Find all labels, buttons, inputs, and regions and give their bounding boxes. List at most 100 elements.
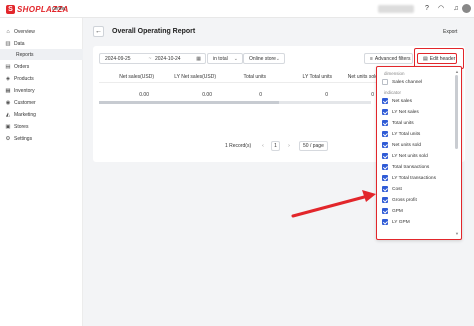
option-label: LY GPM (392, 219, 410, 225)
edit-header-panel: dimension Sales channel indicator Net sa… (376, 66, 462, 240)
aggregation-value: in total (213, 55, 228, 62)
column-option-total-transactions[interactable]: Total transactions (382, 163, 452, 171)
checkbox[interactable] (382, 109, 388, 115)
channel-value: Online store (249, 55, 276, 62)
checkbox[interactable] (382, 164, 388, 170)
option-label: LY Total transactions (392, 175, 436, 181)
checkbox[interactable] (382, 219, 388, 225)
column-option-cost[interactable]: Cost (382, 185, 452, 193)
sidebar-item-label: Customer (14, 99, 36, 106)
avatar[interactable] (462, 4, 471, 13)
sidebar-item-label: Overview (14, 28, 35, 35)
calendar-icon: ▦ (196, 55, 201, 62)
bell-icon[interactable]: ♫ (451, 3, 461, 15)
page-number[interactable]: 1 (271, 141, 280, 151)
sidebar-item-reports[interactable]: Reports (0, 49, 83, 60)
option-label: Total transactions (392, 164, 430, 170)
scrollbar-thumb[interactable] (99, 101, 279, 104)
export-button[interactable]: Export (443, 29, 457, 35)
sidebar-item-data[interactable]: ▥ Data (0, 38, 83, 49)
prev-page-button[interactable]: ‹ (259, 141, 267, 151)
date-range-picker[interactable]: 2024-09-25 ~ 2024-10-24 ▦ (99, 53, 206, 64)
sidebar-item-inventory[interactable]: ▦ Inventory (0, 85, 83, 96)
column-header[interactable]: Net units sold (348, 74, 378, 80)
checkbox[interactable] (382, 79, 388, 85)
date-start[interactable]: 2024-09-25 (105, 56, 145, 62)
sidebar-item-settings[interactable]: ⚙ Settings (0, 133, 83, 144)
column-option-ly-total-units[interactable]: LY Total units (382, 130, 452, 138)
checkbox[interactable] (382, 131, 388, 137)
sidebar-item-marketing[interactable]: ◭ Marketing (0, 109, 83, 120)
option-label: Net sales (392, 98, 412, 104)
column-option-ly-gpm[interactable]: LY GPM (382, 218, 452, 226)
sidebar-item-label: Inventory (14, 87, 35, 94)
sidebar-item-overview[interactable]: ⌂ Overview (0, 26, 83, 37)
column-header[interactable]: Net sales(USD) (119, 74, 154, 80)
column-option-gross-profit[interactable]: Gross profit (382, 196, 452, 204)
checkbox[interactable] (382, 197, 388, 203)
column-option-ly-net-units-sold[interactable]: LY Net units sold (382, 152, 452, 160)
sidebar: ⌂ Overview ▥ Data Reports ▤ Orders ◈ Pro… (0, 18, 83, 326)
channel-select[interactable]: Online store ⌄ (243, 53, 285, 64)
sidebar-item-label: Reports (16, 51, 34, 58)
logo-mark: S (6, 4, 15, 14)
column-option-ly-net-sales[interactable]: LY Net sales (382, 108, 452, 116)
sidebar-item-label: Settings (14, 135, 33, 142)
checkbox[interactable] (382, 208, 388, 214)
column-option-sales-channel[interactable]: Sales channel (382, 78, 452, 86)
column-option-total-units[interactable]: Total units (382, 119, 452, 127)
page-size-select[interactable]: 50 / page (299, 141, 328, 151)
column-header[interactable]: Total units (243, 74, 266, 80)
checkbox[interactable] (382, 186, 388, 192)
checkbox[interactable] (382, 175, 388, 181)
column-header[interactable]: LY Net sales(USD) (174, 74, 216, 80)
sidebar-item-stores[interactable]: ▣ Stores (0, 121, 83, 132)
customer-icon: ◉ (5, 99, 11, 106)
store-name[interactable]: center (52, 6, 66, 12)
column-option-net-units-sold[interactable]: Net units sold (382, 141, 452, 149)
column-option-net-sales[interactable]: Net sales (382, 97, 452, 105)
scroll-down-icon[interactable]: ▼ (455, 231, 459, 236)
sidebar-item-label: Products (14, 75, 34, 82)
sidebar-item-customer[interactable]: ◉ Customer (0, 97, 83, 108)
sidebar-item-label: Data (14, 40, 25, 47)
inventory-icon: ▦ (5, 87, 11, 94)
option-label: LY Net units sold (392, 153, 428, 159)
scroll-up-icon[interactable]: ▲ (455, 69, 459, 74)
date-end[interactable]: 2024-10-24 (155, 56, 181, 62)
next-page-button[interactable]: › (285, 141, 293, 151)
sidebar-item-products[interactable]: ◈ Products (0, 73, 83, 84)
sidebar-item-label: Stores (14, 123, 29, 130)
question-icon[interactable]: ? (422, 3, 432, 15)
chevron-down-icon: ⌄ (233, 55, 238, 62)
column-option-gpm[interactable]: GPM (382, 207, 452, 215)
aggregation-select[interactable]: in total ⌄ (207, 53, 243, 64)
data-icon: ▥ (5, 40, 11, 47)
option-label: Cost (392, 186, 402, 192)
panel-scrollbar[interactable] (455, 75, 458, 149)
back-button[interactable]: ← (93, 26, 104, 37)
horizontal-scrollbar[interactable] (99, 101, 371, 104)
advanced-filters-button[interactable]: ≡ Advanced filters (364, 53, 413, 64)
option-label: Gross profit (392, 197, 417, 203)
table-cell: 0 (371, 92, 374, 98)
page-title: Overall Operating Report (112, 28, 196, 35)
indicator-group-label: indicator (384, 90, 402, 95)
table-cell: 0 (259, 92, 262, 98)
sidebar-item-orders[interactable]: ▤ Orders (0, 61, 83, 72)
gear-icon: ⚙ (5, 135, 11, 142)
column-header[interactable]: LY Total units (303, 74, 332, 80)
checkbox[interactable] (382, 98, 388, 104)
filter-icon: ≡ (370, 55, 373, 62)
checkbox[interactable] (382, 120, 388, 126)
date-separator: ~ (148, 55, 152, 62)
option-label: Net units sold (392, 142, 422, 148)
checkbox[interactable] (382, 153, 388, 159)
column-option-ly-total-transactions[interactable]: LY Total transactions (382, 174, 452, 182)
advanced-filters-label: Advanced filters (374, 55, 411, 62)
wifi-icon[interactable]: ◠ (436, 3, 446, 15)
option-label: Sales channel (392, 79, 423, 85)
option-label: GPM (392, 208, 403, 214)
checkbox[interactable] (382, 142, 388, 148)
orders-icon: ▤ (5, 63, 11, 70)
